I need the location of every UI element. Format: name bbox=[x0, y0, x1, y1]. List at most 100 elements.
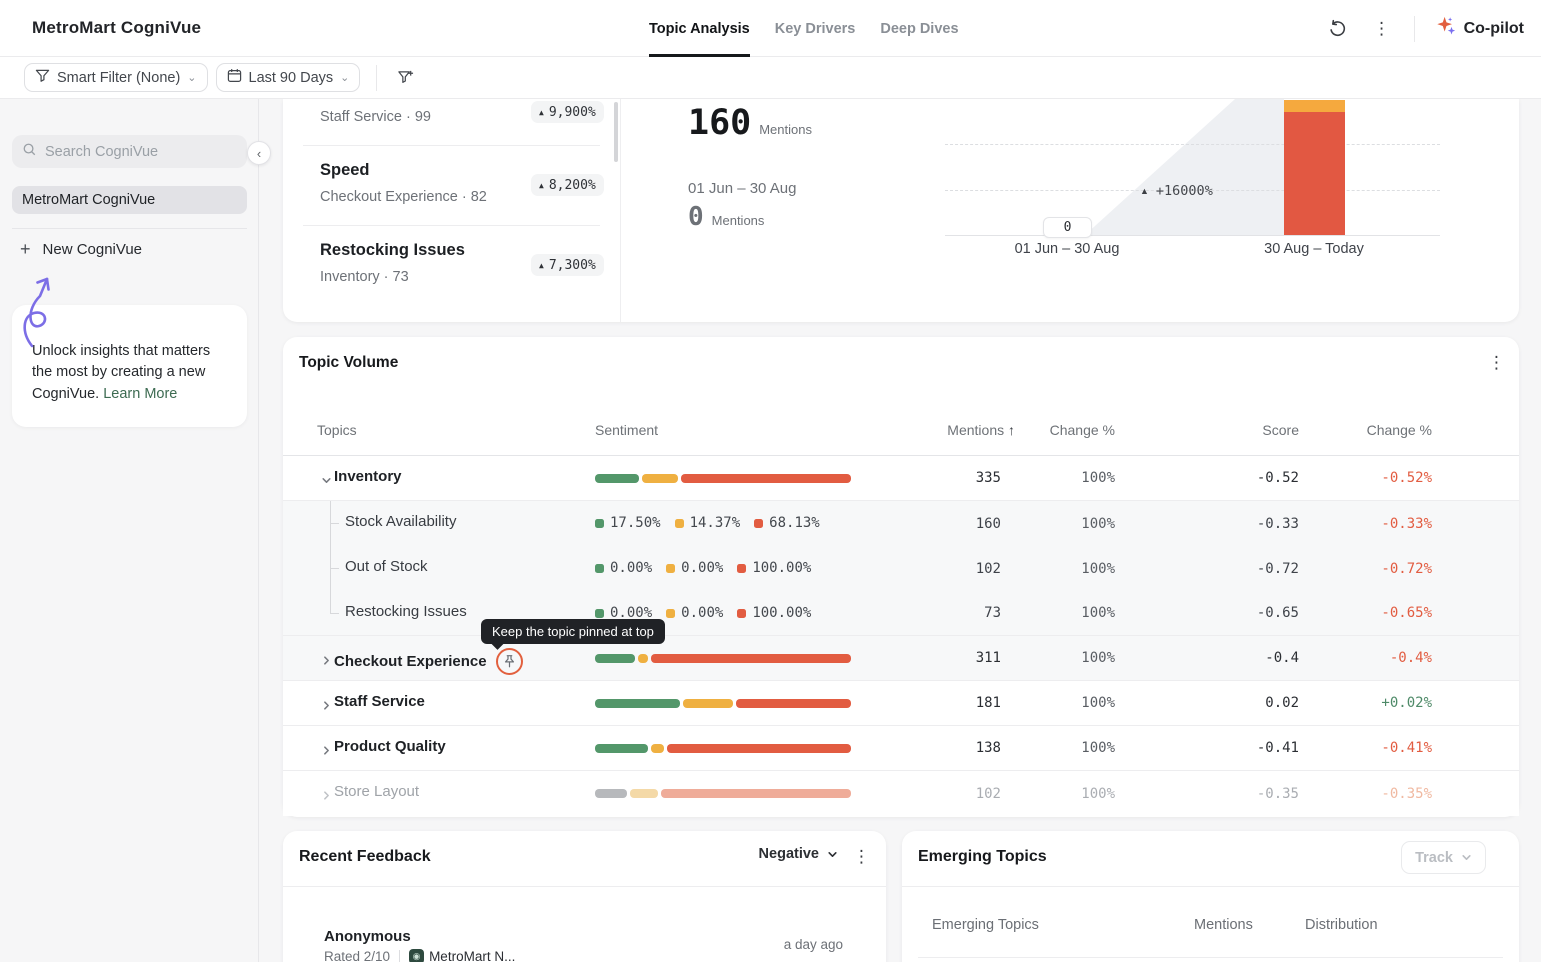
mentions-comparison-chart: ▲ +16000% 0 01 Jun – 30 Aug 30 Aug – Tod… bbox=[945, 99, 1440, 259]
legend-red-icon bbox=[737, 609, 746, 618]
topic-name[interactable]: Checkout Experience bbox=[334, 648, 523, 675]
spike-item-title[interactable]: Restocking Issues bbox=[320, 241, 465, 260]
new-cognivue-button[interactable]: + New CogniVue bbox=[20, 239, 142, 260]
divider bbox=[1414, 16, 1415, 42]
score-value: -0.65 bbox=[1179, 591, 1299, 635]
search-input[interactable] bbox=[45, 144, 225, 160]
legend-green-icon bbox=[595, 519, 604, 528]
table-row[interactable]: Staff Service 181 100% 0.02 +0.02% bbox=[283, 681, 1519, 726]
legend-yellow-icon bbox=[675, 519, 684, 528]
smart-filter-dropdown[interactable]: Smart Filter (None) ⌄ bbox=[24, 63, 208, 92]
sentiment-bar bbox=[595, 789, 851, 798]
spike-item-title[interactable]: Speed bbox=[320, 161, 370, 180]
track-dropdown-button[interactable]: Track bbox=[1401, 841, 1486, 874]
card-title: Recent Feedback bbox=[299, 848, 431, 866]
table-row[interactable]: Inventory 335 100% -0.52 -0.52% bbox=[283, 456, 1519, 501]
mentions-value: 102 bbox=[881, 546, 1001, 591]
tree-line bbox=[330, 501, 331, 613]
change-value: 100% bbox=[995, 726, 1115, 770]
topic-name[interactable]: Store Layout bbox=[334, 783, 419, 800]
feedback-filter-dropdown[interactable]: Negative bbox=[759, 846, 838, 862]
new-cognivue-label: New CogniVue bbox=[43, 241, 143, 258]
change-value: 100% bbox=[995, 681, 1115, 725]
chevron-down-icon: ⌄ bbox=[340, 71, 349, 84]
divider bbox=[918, 957, 1503, 958]
arrow-up-icon: ▲ bbox=[539, 108, 544, 117]
tab-topic-analysis[interactable]: Topic Analysis bbox=[649, 0, 750, 57]
add-filter-icon[interactable] bbox=[393, 66, 417, 90]
learn-more-link[interactable]: Learn More bbox=[103, 386, 177, 402]
card-menu-icon[interactable]: ⋮ bbox=[853, 848, 870, 865]
search-box[interactable] bbox=[12, 135, 247, 168]
chevron-right-icon[interactable] bbox=[321, 698, 332, 716]
table-row[interactable]: Product Quality 138 100% -0.41 -0.41% bbox=[283, 726, 1519, 771]
table-row[interactable]: Out of Stock 0.00% 0.00% 100.00% 102 100… bbox=[283, 546, 1519, 591]
col-score-change[interactable]: Change % bbox=[1312, 422, 1432, 438]
score-value: -0.52 bbox=[1179, 456, 1299, 500]
score-value: -0.35 bbox=[1179, 771, 1299, 816]
tab-deep-dives[interactable]: Deep Dives bbox=[880, 0, 958, 57]
sentiment-negative bbox=[667, 744, 851, 753]
mentions-bar[interactable] bbox=[1284, 100, 1345, 235]
trending-topics-card: Staff Service · 99 ▲ 9,900% Speed Checko… bbox=[283, 99, 1519, 322]
chevron-right-icon[interactable] bbox=[321, 653, 332, 671]
score-change-value: -0.72% bbox=[1312, 546, 1432, 591]
col-mentions: Mentions bbox=[1194, 917, 1253, 933]
chevron-down-icon bbox=[1461, 852, 1472, 863]
divider bbox=[303, 225, 600, 226]
scrollbar-thumb[interactable] bbox=[614, 102, 618, 162]
mentions-value: 181 bbox=[881, 681, 1001, 725]
pin-topic-button[interactable] bbox=[496, 648, 523, 675]
subtopic-name[interactable]: Stock Availability bbox=[345, 513, 456, 530]
date-range-dropdown[interactable]: Last 90 Days ⌄ bbox=[216, 63, 361, 92]
score-value: -0.41 bbox=[1179, 726, 1299, 770]
pushpin-icon bbox=[502, 654, 517, 669]
copilot-button[interactable]: Co-pilot bbox=[1435, 15, 1524, 42]
search-icon bbox=[22, 142, 37, 162]
bar-segment-red bbox=[1284, 112, 1345, 235]
refresh-icon[interactable] bbox=[1326, 17, 1350, 41]
chevron-right-icon[interactable] bbox=[321, 743, 332, 761]
col-emerging-topics: Emerging Topics bbox=[932, 917, 1039, 933]
sidebar-collapse-button[interactable]: ‹ bbox=[247, 141, 271, 165]
sidebar-item-metromart[interactable]: MetroMart CogniVue bbox=[12, 186, 247, 214]
tab-key-drivers[interactable]: Key Drivers bbox=[775, 0, 856, 57]
page: MetroMart CogniVue Topic Analysis Key Dr… bbox=[0, 0, 1541, 962]
overflow-menu-icon[interactable]: ⋮ bbox=[1370, 17, 1394, 41]
topic-name[interactable]: Product Quality bbox=[334, 738, 446, 755]
tree-tick bbox=[330, 613, 339, 614]
card-menu-icon[interactable]: ⋮ bbox=[1488, 354, 1505, 371]
sentiment-positive bbox=[595, 654, 635, 663]
col-score[interactable]: Score bbox=[1179, 422, 1299, 438]
col-change[interactable]: Change % bbox=[995, 422, 1115, 438]
sentiment-negative bbox=[651, 654, 851, 663]
table-row[interactable]: Stock Availability 17.50% 14.37% 68.13% … bbox=[283, 501, 1519, 546]
topic-name[interactable]: Inventory bbox=[334, 468, 402, 485]
copilot-label: Co-pilot bbox=[1464, 20, 1524, 38]
sentiment-bar bbox=[595, 654, 851, 663]
table-row[interactable]: Checkout Experience 311 100% -0.4 -0.4% bbox=[283, 636, 1519, 681]
subtopic-name[interactable]: Restocking Issues bbox=[345, 603, 467, 620]
col-topics[interactable]: Topics bbox=[317, 422, 357, 438]
track-label: Track bbox=[1415, 850, 1453, 866]
divider bbox=[620, 99, 621, 322]
divider bbox=[376, 65, 377, 91]
table-row[interactable]: Restocking Issues 0.00% 0.00% 100.00% 73… bbox=[283, 591, 1519, 636]
arrow-up-icon: ▲ bbox=[539, 261, 544, 270]
sentiment-positive bbox=[595, 699, 680, 708]
change-value: 100% bbox=[995, 636, 1115, 680]
score-change-value: -0.65% bbox=[1312, 591, 1432, 635]
sentiment-legend: 17.50% 14.37% 68.13% bbox=[595, 515, 820, 531]
sentiment-neutral bbox=[638, 654, 648, 663]
col-sentiment[interactable]: Sentiment bbox=[595, 422, 658, 438]
spike-change-badge: ▲ 9,900% bbox=[531, 101, 604, 123]
sentiment-positive bbox=[595, 744, 648, 753]
chevron-right-icon[interactable] bbox=[321, 788, 332, 806]
spike-item-subtitle: Staff Service · 99 bbox=[320, 109, 431, 125]
divider bbox=[303, 145, 600, 146]
subtopic-name[interactable]: Out of Stock bbox=[345, 558, 428, 575]
topic-name[interactable]: Staff Service bbox=[334, 693, 425, 710]
table-row[interactable]: Store Layout 102 100% -0.35 -0.35% bbox=[283, 771, 1519, 816]
navbar-actions: ⋮ Co-pilot bbox=[1326, 0, 1524, 57]
chevron-down-icon[interactable] bbox=[321, 473, 332, 491]
